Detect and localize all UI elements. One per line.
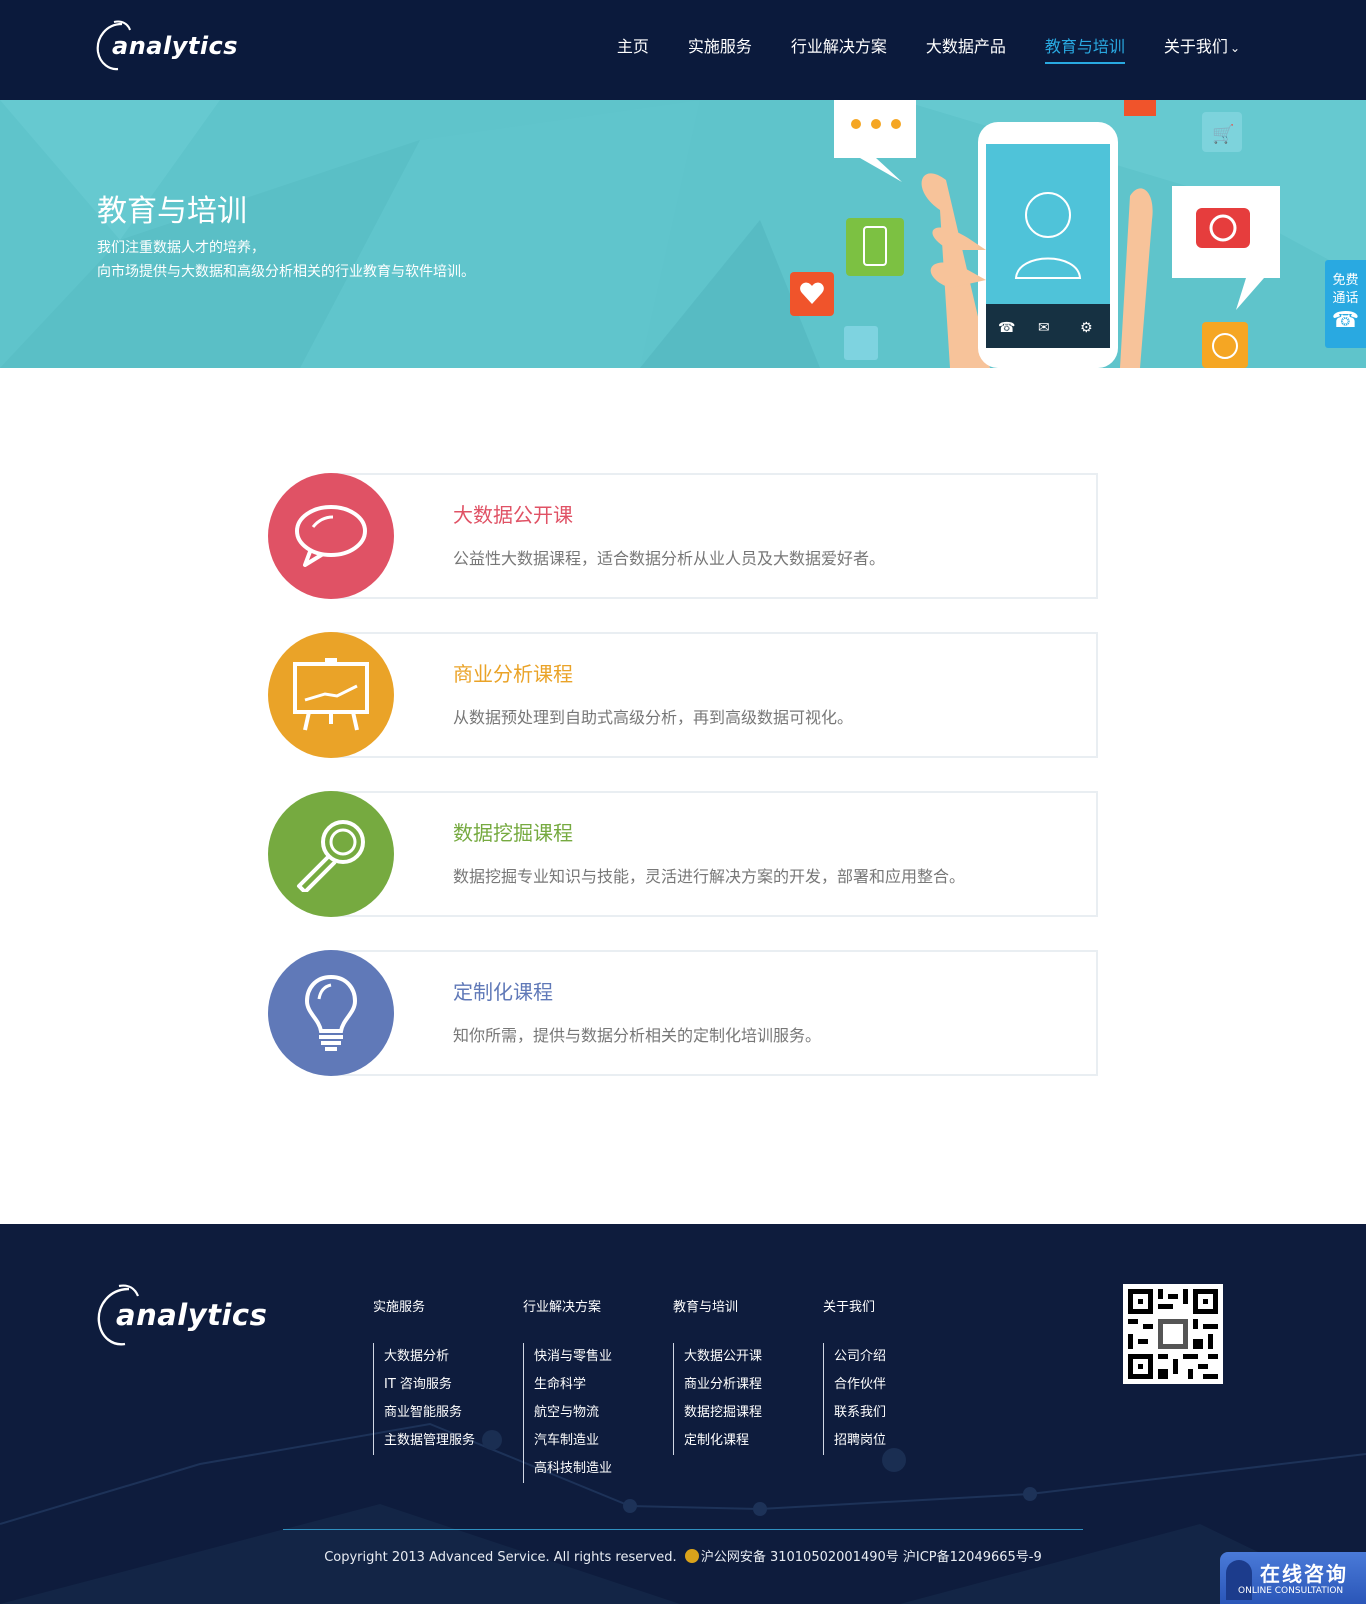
phone-illustration: ☎ ✉ ⚙ 🛒: [790, 100, 1280, 368]
footer-link-list: 快消与零售业 生命科学 航空与物流 汽车制造业 高科技制造业: [523, 1343, 612, 1483]
footer-column-education: 教育与培训 大数据公开课 商业分析课程 数据挖掘课程 定制化课程: [673, 1296, 762, 1455]
qr-code-icon: [1128, 1289, 1218, 1379]
course-description: 知你所需，提供与数据分析相关的定制化培训服务。: [453, 1026, 822, 1045]
svg-text:🛒: 🛒: [1212, 123, 1234, 145]
course-card-custom[interactable]: 定制化课程 知你所需，提供与数据分析相关的定制化培训服务。: [268, 950, 1098, 1076]
hero-banner: 教育与培训 我们注重数据人才的培养， 向市场提供与大数据和高级分析相关的行业教育…: [0, 100, 1366, 368]
svg-text:✉: ✉: [1038, 320, 1050, 336]
site-header: analytics 主页 实施服务 行业解决方案 大数据产品 教育与培训 关于我…: [0, 0, 1366, 100]
footer-link[interactable]: 高科技制造业: [534, 1455, 612, 1483]
course-title: 数据挖掘课程: [453, 821, 573, 845]
svg-text:⚙: ⚙: [1080, 320, 1093, 336]
footer-link-list: 大数据分析 IT 咨询服务 商业智能服务 主数据管理服务: [373, 1343, 475, 1455]
course-card-open-class[interactable]: 大数据公开课 公益性大数据课程，适合数据分析从业人员及大数据爱好者。: [268, 473, 1098, 599]
speech-bubble-icon: [295, 505, 367, 567]
course-title: 商业分析课程: [453, 662, 573, 686]
logo[interactable]: analytics: [96, 20, 238, 76]
nav-item-services[interactable]: 实施服务: [688, 34, 752, 61]
logo-text: analytics: [112, 32, 239, 60]
nav-item-products[interactable]: 大数据产品: [926, 34, 1006, 61]
course-card-business-analysis[interactable]: 商业分析课程 从数据预处理到自助式高级分析，再到高级数据可视化。: [268, 632, 1098, 758]
banner-subtitle-line-1: 我们注重数据人才的培养，: [97, 240, 265, 256]
free-call-line-1: 免费: [1332, 273, 1359, 288]
course-description: 数据挖掘专业知识与技能，灵活进行解决方案的开发，部署和应用整合。: [453, 867, 966, 886]
nav-item-home[interactable]: 主页: [617, 34, 649, 61]
course-title: 定制化课程: [453, 980, 553, 1004]
svg-text:☎: ☎: [998, 320, 1015, 336]
footer-link[interactable]: 定制化课程: [684, 1427, 762, 1455]
footer-link[interactable]: 生命科学: [534, 1371, 612, 1399]
nav-item-solutions[interactable]: 行业解决方案: [791, 34, 887, 61]
footer-link[interactable]: 快消与零售业: [534, 1343, 612, 1371]
footer-column-solutions: 行业解决方案 快消与零售业 生命科学 航空与物流 汽车制造业 高科技制造业: [523, 1296, 612, 1483]
course-card-box: [328, 791, 1098, 917]
online-consultation-label: 在线咨询: [1260, 1562, 1348, 1586]
footer-link[interactable]: 主数据管理服务: [384, 1427, 475, 1455]
footer-column-title: 关于我们: [823, 1300, 876, 1315]
lightbulb-icon: [304, 974, 358, 1051]
footer-link-list: 大数据公开课 商业分析课程 数据挖掘课程 定制化课程: [673, 1343, 762, 1455]
course-card-box: [328, 473, 1098, 599]
footer-link[interactable]: 航空与物流: [534, 1399, 612, 1427]
banner-subtitle: 我们注重数据人才的培养， 向市场提供与大数据和高级分析相关的行业教育与软件培训。: [97, 236, 475, 284]
footer-link[interactable]: 合作伙伴: [834, 1371, 886, 1399]
footer-link[interactable]: 汽车制造业: [534, 1427, 612, 1455]
free-call-tab[interactable]: 免费 通话 ☎: [1325, 260, 1366, 348]
chevron-down-icon: ⌄: [1229, 41, 1240, 55]
footer-link[interactable]: 数据挖掘课程: [684, 1399, 762, 1427]
banner-subtitle-line-2: 向市场提供与大数据和高级分析相关的行业教育与软件培训。: [97, 264, 475, 280]
course-description: 公益性大数据课程，适合数据分析从业人员及大数据爱好者。: [453, 549, 886, 568]
nav-item-about[interactable]: 关于我们 ⌄: [1164, 34, 1240, 61]
magnifier-icon: [297, 820, 365, 892]
nav-item-education[interactable]: 教育与培训: [1044, 34, 1125, 64]
footer-link[interactable]: 公司介绍: [834, 1343, 886, 1371]
footer-logo[interactable]: analytics: [97, 1284, 267, 1352]
footer-link[interactable]: IT 咨询服务: [384, 1371, 475, 1399]
footer-column-services: 实施服务 大数据分析 IT 咨询服务 商业智能服务 主数据管理服务: [373, 1296, 475, 1455]
online-consultation-button[interactable]: 在线咨询 ONLINE CONSULTATION: [1220, 1552, 1366, 1604]
nav-item-about-label: 关于我们: [1163, 37, 1228, 56]
footer-logo-text: analytics: [116, 1298, 268, 1332]
online-consultation-sublabel: ONLINE CONSULTATION: [1238, 1586, 1344, 1596]
footer-link-list: 公司介绍 合作伙伴 联系我们 招聘岗位: [823, 1343, 886, 1455]
course-description: 从数据预处理到自助式高级分析，再到高级数据可视化。: [453, 708, 854, 727]
wechat-qr-code: [1123, 1284, 1223, 1384]
free-call-line-2: 通话: [1332, 291, 1359, 306]
footer-link[interactable]: 大数据公开课: [684, 1343, 762, 1371]
banner-title: 教育与培训: [97, 194, 247, 229]
course-icon-circle: [268, 473, 394, 599]
footer-link[interactable]: 商业分析课程: [684, 1371, 762, 1399]
copyright-text: Copyright 2013 Advanced Service. All rig…: [324, 1550, 677, 1565]
site-footer: analytics 实施服务 大数据分析 IT 咨询服务 商业智能服务 主数据管…: [0, 1224, 1366, 1604]
footer-column-title: 行业解决方案: [523, 1300, 602, 1315]
footer-link[interactable]: 招聘岗位: [834, 1427, 886, 1455]
main-nav: 主页 实施服务 行业解决方案 大数据产品 教育与培训 关于我们 ⌄: [578, 34, 1240, 64]
police-record-text[interactable]: 沪公网安备 31010502001490号 沪ICP备12049665号-9: [701, 1550, 1042, 1565]
footer-column-about: 关于我们 公司介绍 合作伙伴 联系我们 招聘岗位: [823, 1296, 886, 1455]
course-icon-circle: [268, 791, 394, 917]
phone-icon: ☎: [1331, 308, 1360, 333]
presentation-board-icon: [293, 658, 369, 731]
footer-link[interactable]: 大数据分析: [384, 1343, 475, 1371]
footer-divider: [283, 1529, 1083, 1530]
course-card-box: [328, 950, 1098, 1076]
course-card-data-mining[interactable]: 数据挖掘课程 数据挖掘专业知识与技能，灵活进行解决方案的开发，部署和应用整合。: [268, 791, 1098, 917]
footer-link[interactable]: 商业智能服务: [384, 1399, 475, 1427]
footer-column-title: 实施服务: [373, 1300, 426, 1315]
footer-link[interactable]: 联系我们: [834, 1399, 886, 1427]
police-badge-icon: [684, 1549, 699, 1563]
course-card-box: [328, 632, 1098, 758]
course-icon-circle: [268, 950, 394, 1076]
copyright-bar: Copyright 2013 Advanced Service. All rig…: [0, 1546, 1366, 1565]
course-title: 大数据公开课: [453, 503, 573, 527]
course-icon-circle: [268, 632, 394, 758]
footer-column-title: 教育与培训: [673, 1300, 739, 1315]
